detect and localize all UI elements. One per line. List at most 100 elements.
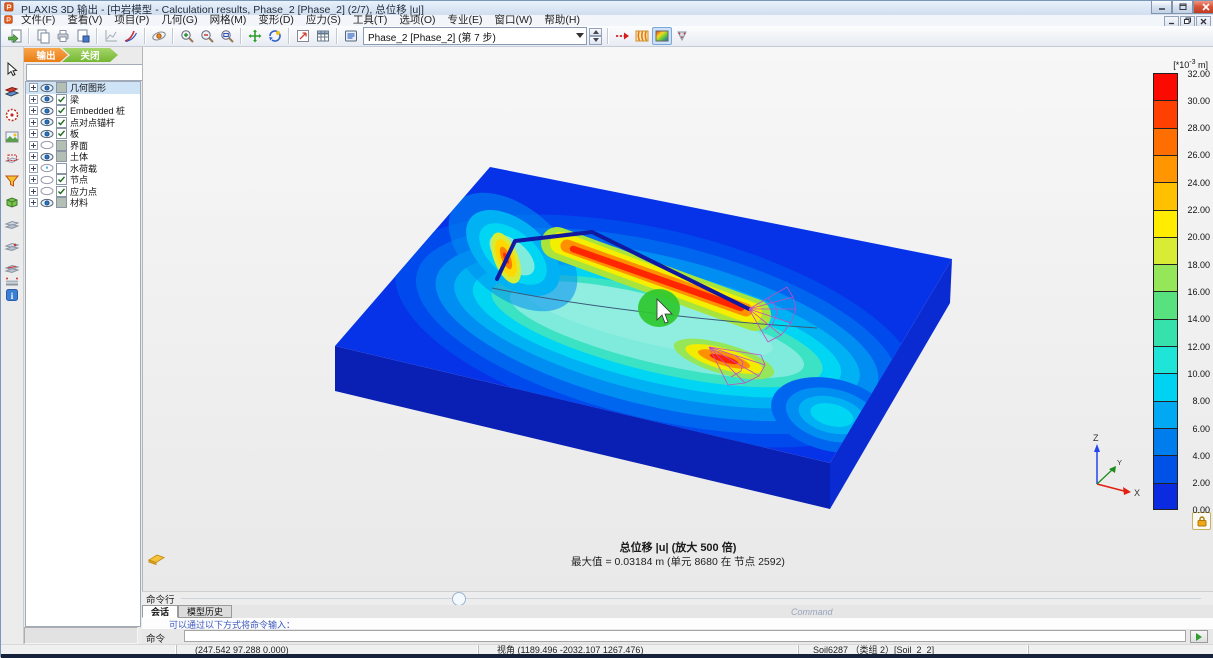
menu-item-11[interactable]: 帮助(H) (538, 15, 586, 26)
expand-icon[interactable] (29, 118, 38, 127)
eye-icon[interactable] (40, 198, 53, 208)
model-3d-view[interactable]: Z X Y (143, 47, 1213, 591)
slice-x-icon[interactable] (4, 216, 20, 232)
visibility-checkbox[interactable] (56, 197, 67, 208)
slice-y-icon[interactable] (4, 238, 20, 254)
menu-item-5[interactable]: 变形(D) (252, 15, 300, 26)
eye-drop-icon[interactable] (40, 163, 53, 173)
eye-off-icon[interactable] (40, 140, 53, 150)
tree-item-0[interactable]: 几何图形 (26, 82, 140, 94)
menu-item-9[interactable]: 专业(E) (442, 15, 489, 26)
eye-icon[interactable] (40, 129, 53, 139)
tab-model-history[interactable]: 模型历史 (178, 605, 232, 618)
vectors-icon[interactable] (672, 27, 692, 45)
menu-item-3[interactable]: 几何(G) (155, 15, 203, 26)
expand-icon[interactable] (29, 164, 38, 173)
visibility-checkbox[interactable] (56, 82, 67, 93)
minimize-button[interactable] (1151, 1, 1172, 14)
menu-item-8[interactable]: 选项(O) (393, 15, 441, 26)
chevron-down-icon[interactable] (576, 33, 584, 38)
export-image-icon[interactable] (73, 27, 93, 45)
visibility-checkbox[interactable] (56, 105, 67, 116)
contour-lines-icon[interactable] (632, 27, 652, 45)
eye-off-icon[interactable] (40, 186, 53, 196)
visibility-checkbox[interactable] (56, 163, 67, 174)
zoom-in-icon[interactable] (177, 27, 197, 45)
zoom-out-icon[interactable] (197, 27, 217, 45)
expand-icon[interactable] (29, 129, 38, 138)
eye-icon[interactable] (40, 83, 53, 93)
visibility-checkbox[interactable] (56, 128, 67, 139)
legend-tick-label: 22.00 (1178, 205, 1210, 215)
expand-icon[interactable] (29, 106, 38, 115)
menu-item-2[interactable]: 项目(P) (108, 15, 155, 26)
clip-plane-icon[interactable] (4, 151, 20, 167)
tree-item-3[interactable]: 点对点锚杆 (26, 117, 140, 129)
chart-icon[interactable] (101, 27, 121, 45)
expand-icon[interactable] (29, 152, 38, 161)
expand-icon[interactable] (29, 83, 38, 92)
contour-shadings-icon[interactable] (652, 27, 672, 45)
print-icon[interactable] (53, 27, 73, 45)
scale-icon[interactable] (293, 27, 313, 45)
orbit-icon[interactable] (149, 27, 169, 45)
command-input[interactable] (184, 630, 1186, 642)
table-icon[interactable] (313, 27, 333, 45)
menu-item-10[interactable]: 窗口(W) (489, 15, 539, 26)
eye-icon[interactable] (40, 152, 53, 162)
visibility-checkbox[interactable] (56, 151, 67, 162)
eye-off-icon[interactable] (40, 175, 53, 185)
close-button[interactable] (1193, 1, 1213, 14)
filter-icon[interactable] (4, 173, 20, 189)
eye-icon[interactable] (40, 94, 53, 104)
select-nodes-icon[interactable] (4, 107, 20, 123)
zoom-window-icon[interactable] (217, 27, 237, 45)
expand-icon[interactable] (29, 187, 38, 196)
splitter-handle[interactable] (452, 592, 466, 606)
expand-icon[interactable] (29, 95, 38, 104)
menu-item-1[interactable]: 查看(V) (61, 15, 108, 26)
partial-geometry-icon[interactable] (4, 194, 20, 210)
curves-icon[interactable] (121, 27, 141, 45)
tab-close[interactable]: 关闭 (62, 48, 118, 62)
legend-tick-label: 14.00 (1178, 314, 1210, 324)
select-cursor-icon[interactable] (4, 61, 20, 77)
cross-section-icon[interactable] (4, 84, 20, 100)
copy-icon[interactable] (33, 27, 53, 45)
report-generator-icon[interactable] (341, 27, 361, 45)
phase-selector[interactable]: Phase_2 [Phase_2] (第 7 步) (363, 27, 587, 45)
menu-item-0[interactable]: 文件(F) (15, 15, 61, 26)
eye-icon[interactable] (40, 117, 53, 127)
visibility-checkbox[interactable] (56, 186, 67, 197)
visibility-checkbox[interactable] (56, 174, 67, 185)
visibility-checkbox[interactable] (56, 117, 67, 128)
menu-item-4[interactable]: 网格(M) (204, 15, 253, 26)
incremental-displacement-icon[interactable] (612, 27, 632, 45)
tree-item-10[interactable]: 材料 (26, 197, 140, 209)
model-3d-viewport[interactable]: Z X Y (142, 47, 1213, 591)
pan-icon[interactable] (245, 27, 265, 45)
run-command-button[interactable] (1190, 630, 1208, 643)
legend-tick-label: 6.00 (1178, 424, 1210, 434)
spin-down-icon[interactable] (589, 36, 602, 45)
export-report-icon[interactable] (5, 27, 25, 45)
expand-icon[interactable] (29, 198, 38, 207)
tab-output[interactable]: 输出 (24, 48, 68, 62)
expand-icon[interactable] (29, 141, 38, 150)
tree-filter-input[interactable] (26, 64, 144, 81)
tab-session[interactable]: 会话 (142, 605, 178, 618)
menu-item-6[interactable]: 应力(S) (300, 15, 347, 26)
maximize-button[interactable] (1172, 1, 1193, 14)
eye-icon[interactable] (40, 106, 53, 116)
spin-up-icon[interactable] (589, 28, 602, 37)
result-caption-max-value: 最大值 = 0.03184 m (单元 8680 在 节点 2592) (142, 554, 1213, 569)
info-icon[interactable]: i (4, 287, 20, 303)
snapshot-icon[interactable] (4, 129, 20, 145)
phase-spinner[interactable] (589, 28, 602, 45)
expand-icon[interactable] (29, 175, 38, 184)
menu-item-7[interactable]: 工具(T) (347, 15, 393, 26)
rotate-view-icon[interactable] (265, 27, 285, 45)
visibility-checkbox[interactable] (56, 94, 67, 105)
visibility-checkbox[interactable] (56, 140, 67, 151)
legend-band-3 (1153, 155, 1178, 182)
